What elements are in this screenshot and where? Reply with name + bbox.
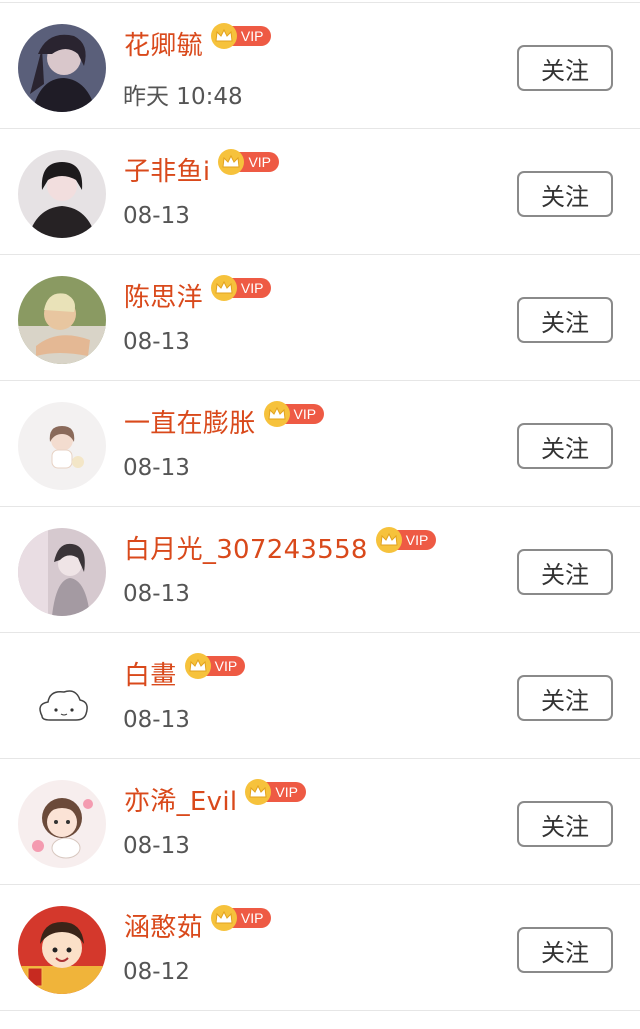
follow-button[interactable]: 关注 (517, 675, 613, 721)
avatar[interactable] (18, 654, 106, 742)
timestamp: 08-13 (123, 455, 190, 481)
vip-badge: VIP (218, 149, 280, 175)
timestamp: 08-13 (123, 329, 190, 355)
username[interactable]: 子非鱼i (124, 151, 210, 188)
follow-button[interactable]: 关注 (517, 801, 613, 847)
list-item[interactable]: 白月光_307243558 VIP 08-13 关注 (0, 507, 640, 633)
avatar[interactable] (18, 24, 106, 112)
crown-icon (184, 653, 211, 679)
username[interactable]: 一直在膨胀 (124, 403, 256, 440)
timestamp: 08-12 (123, 959, 190, 985)
follower-list: 花卿毓 VIP 昨天 10:48 关注 子非鱼i VIP 08-13 关注 陈思… (0, 0, 640, 1029)
vip-badge: VIP (184, 653, 246, 679)
timestamp: 08-13 (123, 833, 190, 859)
vip-badge: VIP (210, 275, 272, 301)
username[interactable]: 花卿毓 (124, 25, 203, 62)
list-item[interactable]: 白畫 VIP 08-13 关注 (0, 633, 640, 759)
vip-badge: VIP (375, 527, 437, 553)
crown-icon (263, 401, 290, 427)
vip-badge: VIP (210, 23, 272, 49)
list-item[interactable]: 陈思洋 VIP 08-13 关注 (0, 255, 640, 381)
list-item[interactable]: 亦浠_Evil VIP 08-13 关注 (0, 759, 640, 885)
follow-button[interactable]: 关注 (517, 549, 613, 595)
follow-button[interactable]: 关注 (517, 423, 613, 469)
list-item[interactable]: 一直在膨胀 VIP 08-13 关注 (0, 381, 640, 507)
avatar[interactable] (18, 276, 106, 364)
vip-badge: VIP (245, 779, 306, 805)
follow-button[interactable]: 关注 (517, 927, 613, 973)
vip-badge: VIP (263, 401, 325, 427)
list-item[interactable]: 涵憨茹 VIP 08-12 关注 (0, 885, 640, 1011)
avatar[interactable] (18, 780, 106, 868)
avatar[interactable] (18, 150, 106, 238)
list-item[interactable]: 花卿毓 VIP 昨天 10:48 关注 (0, 3, 640, 129)
follow-button[interactable]: 关注 (517, 171, 613, 217)
username[interactable]: 陈思洋 (124, 277, 203, 314)
avatar[interactable] (18, 528, 106, 616)
follow-button[interactable]: 关注 (517, 297, 613, 343)
crown-icon (210, 23, 237, 49)
list-item[interactable]: 子非鱼i VIP 08-13 关注 (0, 129, 640, 255)
username[interactable]: 亦浠_Evil (124, 781, 237, 818)
timestamp: 昨天 10:48 (123, 84, 243, 110)
avatar[interactable] (18, 906, 106, 994)
follow-button[interactable]: 关注 (517, 45, 613, 91)
vip-badge: VIP (210, 905, 272, 931)
timestamp: 08-13 (123, 203, 190, 229)
crown-icon (375, 527, 402, 553)
username[interactable]: 白畫 (124, 655, 177, 692)
timestamp: 08-13 (123, 707, 190, 733)
crown-icon (210, 275, 237, 301)
crown-icon (210, 905, 237, 931)
username[interactable]: 白月光_307243558 (124, 529, 368, 566)
timestamp: 08-13 (123, 581, 190, 607)
username[interactable]: 涵憨茹 (124, 907, 203, 944)
avatar[interactable] (18, 402, 106, 490)
